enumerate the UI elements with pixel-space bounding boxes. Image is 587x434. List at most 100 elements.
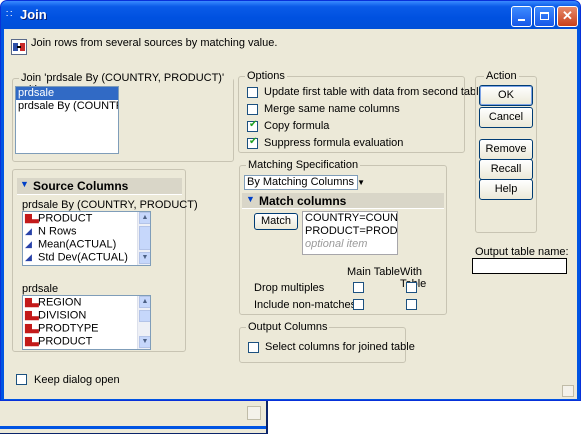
minimize-icon [518, 19, 525, 21]
dialog-body: Join rows from several sources by matchi… [4, 29, 577, 399]
matching-spec-group: Matching Specification By Matching Colum… [239, 159, 447, 315]
continuous-icon: ◢ [25, 239, 32, 249]
maximize-button[interactable] [534, 6, 555, 27]
column-name: PRODUCT [38, 335, 93, 348]
output-columns-group: Output Columns Select columns for joined… [239, 321, 415, 363]
list-item[interactable]: ▇▃DIVISION [23, 309, 150, 322]
list-item[interactable]: ▇▃PRODUCT [23, 212, 150, 225]
select-columns-label: Select columns for joined table [265, 341, 415, 353]
list-item[interactable]: prdsale [16, 87, 118, 100]
list-item[interactable]: ◢ Std Dev(ACTUAL) [23, 251, 150, 264]
source-columns-group: ▼ Source Columns prdsale By (COUNTRY, PR… [12, 169, 198, 352]
column-name: PRODUCT [38, 212, 93, 225]
column-name: Std Dev(ACTUAL) [38, 251, 128, 264]
cancel-button[interactable]: Cancel [479, 107, 533, 128]
include-nonmatches-main-checkbox[interactable] [353, 299, 364, 310]
list-item[interactable]: ◢ N Rows [23, 225, 150, 238]
resize-grip-icon[interactable] [562, 385, 574, 397]
list-item[interactable]: ▇▃REGION [23, 296, 150, 309]
scrollbar[interactable]: ▲ ▼ [137, 296, 150, 349]
merge-same-name-checkbox[interactable] [247, 104, 258, 115]
resize-grip-icon[interactable] [247, 406, 261, 420]
join-dialog: ∷ Join ✕ Join rows from several sources … [0, 0, 581, 401]
column-name: PRODTYPE [38, 322, 99, 335]
scroll-up-icon[interactable]: ▲ [139, 296, 150, 308]
action-group: Action OK Cancel Remove Recall Help [475, 70, 537, 233]
scroll-thumb[interactable] [139, 310, 150, 322]
chevron-down-icon: ▼ [357, 178, 365, 187]
column-name: REGION [38, 296, 82, 309]
matching-method-value: By Matching Columns [247, 176, 354, 188]
list-item[interactable]: ◢ Mean(ACTUAL) [23, 238, 150, 251]
list-item[interactable]: COUNTRY=COUNTR' [303, 212, 397, 225]
column-name: Mean(ACTUAL) [38, 238, 117, 251]
copy-formula-label: Copy formula [264, 120, 330, 132]
scroll-thumb[interactable] [139, 226, 150, 250]
source-table1-name: prdsale By (COUNTRY, PRODUCT) [22, 199, 198, 211]
minimize-button[interactable] [511, 6, 532, 27]
join-with-group: Join 'prdsale By (COUNTRY, PRODUCT)' wit… [12, 72, 234, 162]
drop-multiples-with-checkbox[interactable] [406, 282, 417, 293]
join-with-list[interactable]: prdsale prdsale By (COUNTRY [15, 86, 119, 154]
source-columns-title: Source Columns [33, 179, 129, 193]
scroll-down-icon[interactable]: ▼ [139, 252, 150, 264]
matching-method-select[interactable]: By Matching Columns ▼ [244, 175, 365, 190]
options-group: Options Update first table with data fro… [238, 70, 485, 153]
action-label: Action [484, 70, 519, 82]
recall-button[interactable]: Recall [479, 159, 533, 180]
window-title: Join [20, 7, 47, 22]
update-first-table-checkbox[interactable] [247, 87, 258, 98]
continuous-icon: ◢ [25, 252, 32, 262]
nominal-icon: ▇▃ [25, 336, 39, 346]
remove-button[interactable]: Remove [479, 139, 533, 160]
scrollbar[interactable]: ▲ ▼ [137, 212, 150, 265]
close-button[interactable]: ✕ [557, 6, 578, 27]
nominal-icon: ▇▃ [25, 323, 39, 333]
nominal-icon: ▇▃ [25, 213, 39, 223]
ok-button[interactable]: OK [479, 85, 533, 106]
join-icon [11, 39, 27, 55]
instruction-text: Join rows from several sources by matchi… [31, 37, 278, 49]
source-table2-columns[interactable]: ▇▃REGION ▇▃DIVISION ▇▃PRODTYPE ▇▃PRODUCT… [22, 295, 151, 350]
match-columns-title: Match columns [259, 194, 347, 208]
list-item[interactable]: ▇▃PRODTYPE [23, 322, 150, 335]
copy-formula-checkbox[interactable] [247, 119, 258, 132]
source-table2-name: prdsale [22, 283, 59, 295]
continuous-icon: ◢ [25, 226, 32, 236]
disclosure-triangle-icon[interactable]: ▼ [246, 194, 255, 204]
scroll-up-icon[interactable]: ▲ [139, 212, 150, 224]
match-pairs-list[interactable]: COUNTRY=COUNTR' PRODUCT=PRODUC optional … [302, 211, 398, 255]
disclosure-triangle-icon[interactable]: ▼ [20, 179, 29, 189]
scroll-down-icon[interactable]: ▼ [139, 336, 150, 348]
keep-dialog-open-checkbox[interactable] [16, 374, 27, 385]
column-name: DIVISION [38, 309, 87, 322]
optional-item[interactable]: optional item [303, 238, 397, 251]
select-columns-checkbox[interactable] [248, 342, 259, 353]
output-table-label: Output table name: [475, 246, 569, 258]
suppress-formula-checkbox[interactable] [247, 136, 258, 149]
merge-same-name-label: Merge same name columns [264, 103, 400, 115]
matching-spec-label: Matching Specification [246, 159, 361, 171]
drop-multiples-label: Drop multiples [254, 282, 325, 294]
source-table1-columns[interactable]: ▇▃PRODUCT ◢ N Rows ◢ Mean(ACTUAL) ◢ Std Dev… [22, 211, 151, 266]
suppress-formula-label: Suppress formula evaluation [264, 137, 404, 149]
output-columns-label: Output Columns [246, 321, 330, 333]
options-label: Options [245, 70, 287, 82]
include-nonmatches-label: Include non-matches [254, 299, 357, 311]
keep-dialog-open-label: Keep dialog open [34, 374, 120, 386]
nominal-icon: ▇▃ [25, 297, 39, 307]
output-table-input[interactable] [472, 258, 567, 274]
column-name: N Rows [38, 225, 77, 238]
list-item[interactable]: ▇▃PRODUCT [23, 335, 150, 348]
help-button[interactable]: Help [479, 179, 533, 200]
maximize-icon [540, 12, 549, 20]
close-icon: ✕ [562, 8, 573, 23]
list-item[interactable]: PRODUCT=PRODUC [303, 225, 397, 238]
update-first-table-label: Update first table with data from second… [264, 86, 485, 98]
list-item[interactable]: prdsale By (COUNTRY [16, 100, 118, 113]
main-table-header: Main Table [347, 266, 400, 278]
title-bar[interactable]: ∷ Join ✕ [1, 1, 580, 29]
drop-multiples-main-checkbox[interactable] [353, 282, 364, 293]
match-button[interactable]: Match [254, 213, 298, 230]
include-nonmatches-with-checkbox[interactable] [406, 299, 417, 310]
